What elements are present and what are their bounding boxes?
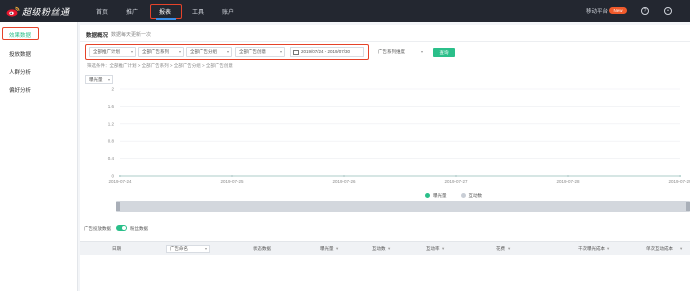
sort-icon[interactable]: ▾ [442, 246, 444, 252]
data-table-section: 广告投放数据 粉丝数据 日期 广告命名 ▾ 状态数据 曝光量 ▾ 互动数 ▾ 互动率 ▾… [80, 222, 690, 291]
nav-account[interactable]: 账户 [222, 7, 234, 16]
sort-icon[interactable]: ▾ [508, 246, 510, 252]
column-header-cost-per-interaction[interactable]: 单次互动成本 [646, 246, 673, 252]
nav-active-indicator [156, 18, 176, 20]
sort-icon[interactable]: ▾ [388, 246, 390, 252]
column-header-interactions[interactable]: 互动数 [372, 246, 386, 252]
nav-reports-highlight-box [150, 4, 182, 19]
slider-handle-right[interactable] [686, 202, 690, 211]
ad-group-dropdown[interactable]: 全部广告分组 ▾ [186, 47, 232, 57]
legend-dot [460, 193, 466, 199]
dropdown-label: 全部推广计划 [93, 49, 120, 54]
y-tick-label: 1.6 [108, 104, 115, 109]
data-point[interactable] [679, 175, 681, 177]
data-point[interactable] [343, 175, 345, 177]
sort-icon[interactable]: ▾ [607, 246, 609, 252]
x-tick-label: 2019-07-25 [220, 179, 244, 184]
app-logo[interactable]: 超级粉丝通 [6, 5, 70, 17]
y-tick-label: 1.2 [108, 121, 115, 126]
chevron-down-icon: ▾ [279, 49, 282, 54]
campaign-plan-dropdown[interactable]: 全部推广计划 ▾ [89, 47, 136, 57]
chevron-down-icon: ▾ [178, 49, 181, 54]
metric-select-value: 曝光量 [89, 77, 103, 82]
column-header-exposure[interactable]: 曝光量 [320, 246, 334, 252]
data-point[interactable] [231, 175, 233, 177]
date-range-value: 2019/07/24 - 2019/07/30 [301, 49, 351, 54]
data-point[interactable] [567, 175, 569, 177]
column-header-interaction-rate[interactable]: 互动率 [426, 246, 440, 252]
column-header-cost[interactable]: 花费 [496, 246, 505, 252]
weibo-logo-icon [6, 6, 20, 17]
sidebar: 效果数据 投放数据 人群分析 偏好分析 [0, 22, 78, 291]
page-title: 数据概况 [86, 33, 109, 39]
nav-tools[interactable]: 工具 [192, 7, 204, 16]
date-range-picker[interactable]: 2019/07/24 - 2019/07/30 [290, 47, 364, 57]
table-toggle-label: 广告投放数据 [84, 226, 111, 231]
chevron-down-icon: ▾ [420, 49, 423, 54]
sort-icon[interactable]: ▾ [680, 246, 682, 252]
chart-zoom-slider[interactable] [116, 201, 690, 212]
legend-label: 曝光量 [433, 193, 447, 198]
dropdown-label: 全部广告创意 [239, 49, 266, 54]
y-tick-label: 0.4 [108, 156, 115, 161]
column-header-cpm[interactable]: 千次曝光成本 [578, 246, 605, 252]
x-tick-label: 2019-07-27 [444, 179, 468, 184]
filter-condition-text: 筛选条件：全部推广计划 > 全部广告系列 > 全部广告分组 > 全部广告创意 [87, 63, 233, 68]
dropdown-label: 广告系列维度 [378, 49, 405, 54]
sidebar-item-effect-data[interactable]: 效果数据 [9, 31, 31, 39]
table-header: 日期 广告命名 ▾ 状态数据 曝光量 ▾ 互动数 ▾ 互动率 ▾ 花费 ▾ 千次曝光成本 ▾… [80, 241, 690, 255]
y-tick-label: 0 [111, 174, 114, 179]
select-value: 广告命名 [170, 246, 188, 251]
column-header-date[interactable]: 日期 [112, 246, 121, 252]
x-tick-label: 2019-07-26 [332, 179, 356, 184]
new-badge: New [609, 7, 627, 14]
y-tick-label: 2 [111, 87, 114, 92]
chart-legend: 曝光量 互动数 [425, 193, 482, 199]
query-button[interactable]: 查询 [433, 48, 455, 57]
fans-data-toggle[interactable] [116, 225, 127, 231]
chevron-down-icon: ▾ [226, 49, 229, 54]
metric-select[interactable]: 曝光量 ▾ [85, 75, 113, 84]
nav-home[interactable]: 首页 [96, 7, 108, 16]
page-subtitle: 数据每天更新一次 [111, 32, 152, 38]
ad-series-dropdown[interactable]: 全部广告系列 ▾ [138, 47, 184, 57]
legend-item-interactions[interactable]: 互动数 [460, 193, 483, 199]
line-chart: 2 1.6 1.2 0.8 0.4 02019-07-24 2019-07-25 2019-0… [108, 87, 690, 185]
legend-dot [425, 193, 430, 199]
platform-label[interactable]: 移动平台 [586, 7, 608, 15]
x-tick-label: 2019-07-29 [668, 179, 690, 184]
sidebar-item-delivery-data[interactable]: 投放数据 [9, 50, 31, 58]
data-point[interactable] [455, 175, 457, 177]
column-header-status[interactable]: 状态数据 [253, 246, 271, 252]
user-icon[interactable]: • [664, 7, 672, 15]
divider [80, 41, 690, 42]
x-tick-label: 2019-07-24 [108, 179, 132, 184]
chevron-down-icon: ▾ [107, 77, 110, 82]
data-point[interactable] [119, 175, 121, 177]
toggle-text: 粉丝数据 [130, 226, 148, 231]
sidebar-item-preference-analysis[interactable]: 偏好分析 [9, 86, 31, 94]
help-icon[interactable]: ? [641, 7, 649, 15]
slider-handle-left[interactable] [116, 202, 120, 211]
calendar-icon [293, 49, 299, 55]
logo-text: 超级粉丝通 [22, 6, 70, 17]
sidebar-item-audience-analysis[interactable]: 人群分析 [9, 68, 31, 76]
ad-name-select[interactable]: 广告命名 ▾ [166, 245, 210, 253]
nav-promotion[interactable]: 推广 [126, 7, 138, 16]
top-navigation-bar: 超级粉丝通 首页 推广 报表 工具 账户 移动平台 New ? • [0, 0, 690, 22]
legend-item-exposure[interactable]: 曝光量 [425, 193, 447, 199]
ad-creative-dropdown[interactable]: 全部广告创意 ▾ [235, 47, 285, 57]
y-tick-label: 0.8 [108, 139, 115, 144]
chevron-down-icon: ▾ [204, 246, 207, 251]
x-tick-label: 2019-07-28 [556, 179, 580, 184]
dropdown-label: 全部广告分组 [190, 49, 217, 54]
sort-icon[interactable]: ▾ [336, 246, 338, 252]
chevron-down-icon: ▾ [130, 49, 133, 54]
dropdown-label: 全部广告系列 [142, 49, 169, 54]
granularity-dropdown[interactable]: 广告系列维度 ▾ [374, 47, 426, 57]
legend-label: 互动数 [468, 193, 483, 198]
